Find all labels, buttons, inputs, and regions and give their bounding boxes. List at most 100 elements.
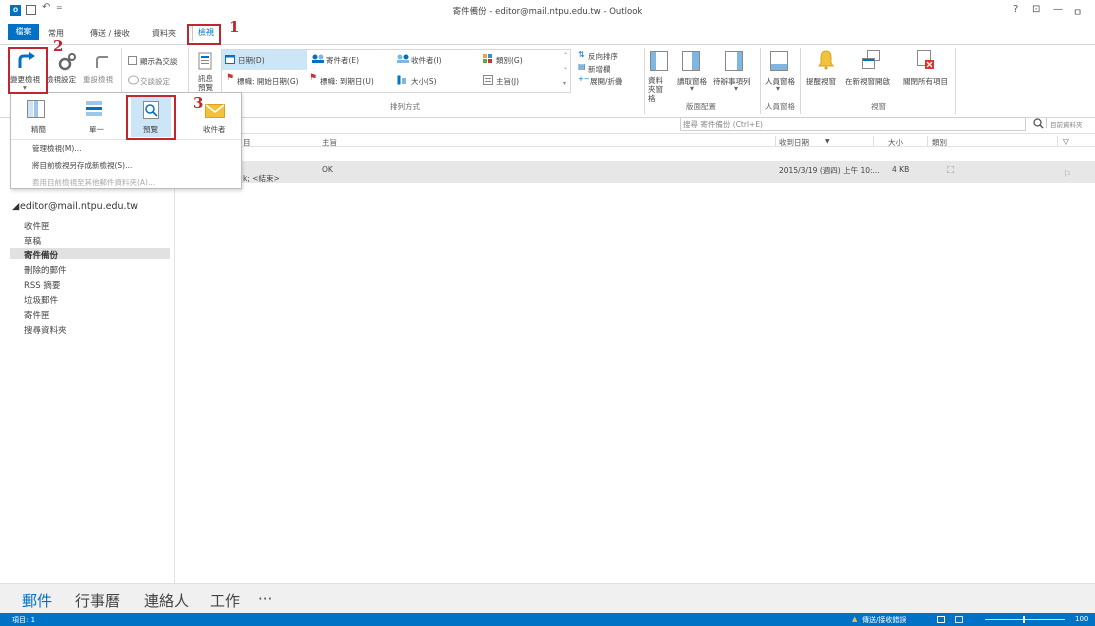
folder-deleted-items[interactable]: 刪除的郵件 xyxy=(24,264,67,276)
group-divider xyxy=(955,48,956,114)
reset-view-button[interactable]: 重設檢視 xyxy=(83,74,113,85)
reminders-window-button[interactable]: 提醒視窗 xyxy=(806,76,836,87)
annotation-step-3: 3 xyxy=(193,94,204,112)
nav-people[interactable]: 連絡人 xyxy=(144,590,189,611)
chevron-down-icon: ▾ xyxy=(690,84,695,93)
view-settings-icon xyxy=(58,53,76,71)
reverse-sort-button[interactable]: 反向排序 xyxy=(588,51,618,62)
compact-view-icon xyxy=(27,100,45,118)
account-expander[interactable]: ◢ xyxy=(12,201,19,212)
status-item-count: 項目: 1 xyxy=(12,616,36,624)
view-option-single[interactable]: 單一 xyxy=(89,124,104,135)
search-icon[interactable] xyxy=(1033,118,1044,129)
arrange-by-from[interactable]: 寄件者(E) xyxy=(326,55,359,66)
group-divider xyxy=(760,48,761,114)
message-subject: OK xyxy=(322,165,333,174)
view-option-sender[interactable]: 收件者 xyxy=(203,124,226,135)
column-to[interactable]: 目 xyxy=(243,137,251,148)
show-as-conversations-label: 顯示為交談 xyxy=(140,57,178,66)
column-subject[interactable]: 主旨 xyxy=(322,137,337,148)
arrange-by-categories[interactable]: 類別(G) xyxy=(496,55,523,66)
column-flag-icon[interactable]: ▽ xyxy=(1063,137,1069,146)
folder-pane-icon xyxy=(650,51,668,71)
column-size[interactable]: 大小 xyxy=(888,137,903,148)
reading-pane-icon xyxy=(682,51,700,71)
customize-quick-access-icon[interactable]: = xyxy=(56,3,63,12)
folder-outbox[interactable]: 寄件匣 xyxy=(24,309,50,321)
categories-icon xyxy=(483,54,492,63)
outlook-logo-icon: O xyxy=(10,5,21,16)
minimize-button[interactable]: — xyxy=(1053,4,1063,15)
gallery-more-icon[interactable]: ▾ xyxy=(563,80,566,87)
folder-sent-items[interactable]: 寄件備份 xyxy=(24,249,58,261)
tab-file[interactable]: 檔案 xyxy=(8,24,39,40)
arrange-by-subject[interactable]: 主旨(J) xyxy=(496,76,519,87)
folder-drafts[interactable]: 草稿 xyxy=(24,235,41,247)
arrange-by-size[interactable]: 大小(S) xyxy=(411,76,437,87)
tab-send-receive[interactable]: 傳送 / 接收 xyxy=(90,28,130,39)
people-pane-icon xyxy=(770,51,788,71)
apply-view-to-folders-item[interactable]: 套用目前檢視至其他郵件資料夾(A)... xyxy=(32,177,155,188)
message-received: 2015/3/19 (週四) 上午 10:... xyxy=(779,166,880,175)
gallery-up-icon[interactable]: ⌃ xyxy=(563,52,568,59)
undo-icon[interactable]: ↶ xyxy=(42,2,50,13)
save-icon[interactable] xyxy=(26,5,36,15)
open-new-window-icon xyxy=(862,50,880,69)
search-scope-dropdown[interactable]: 目前資料夾 xyxy=(1050,119,1083,129)
zoom-slider[interactable] xyxy=(985,619,1065,620)
help-button[interactable]: ? xyxy=(1013,4,1018,15)
message-preview-button[interactable]: 訊息預覽 xyxy=(198,74,220,92)
folder-search-folders[interactable]: 搜尋資料夾 xyxy=(24,324,67,336)
todo-bar-button[interactable]: 待辦事項列 xyxy=(713,76,751,87)
reverse-sort-icon: ⇅ xyxy=(578,50,585,59)
view-settings-button[interactable]: 檢視設定 xyxy=(46,74,76,85)
zoom-slider-thumb[interactable] xyxy=(1023,616,1025,623)
chevron-down-icon: ▾ xyxy=(776,84,781,93)
gallery-down-icon[interactable]: ⌄ xyxy=(563,64,568,71)
folder-pane-button[interactable]: 資料夾窗格 xyxy=(648,76,670,103)
category-icon[interactable] xyxy=(947,166,954,173)
view-option-compact[interactable]: 精簡 xyxy=(31,124,46,135)
tab-folder[interactable]: 資料夾 xyxy=(152,28,176,39)
search-placeholder: 搜尋 寄件備份 (Ctrl+E) xyxy=(683,120,763,129)
column-category[interactable]: 類別 xyxy=(932,137,947,148)
arrange-by-flag-start[interactable]: 標幟: 開始日期(G) xyxy=(237,76,299,87)
arrange-by-flag-due[interactable]: 標幟: 到期日(U) xyxy=(320,76,374,87)
subject-icon xyxy=(483,75,493,85)
save-view-as-new-item[interactable]: 將目前檢視另存成新檢視(S)... xyxy=(32,160,132,171)
expand-collapse-button[interactable]: 展開/折疊 xyxy=(590,76,623,87)
close-all-items-button[interactable]: 關閉所有項目 xyxy=(903,76,948,87)
folder-junk[interactable]: 垃圾郵件 xyxy=(24,294,58,306)
nav-more-icon[interactable]: ··· xyxy=(258,590,272,608)
manage-views-item[interactable]: 管理檢視(M)... xyxy=(32,143,81,154)
column-divider xyxy=(1057,136,1058,146)
nav-calendar[interactable]: 行事曆 xyxy=(75,590,120,611)
arrange-by-date[interactable]: 日期(D) xyxy=(238,55,265,66)
column-received[interactable]: 收到日期 xyxy=(779,137,809,148)
account-name[interactable]: editor@mail.ntpu.edu.tw xyxy=(20,201,138,212)
column-headers xyxy=(176,135,1095,147)
nav-mail[interactable]: 郵件 xyxy=(22,590,52,611)
open-in-new-window-button[interactable]: 在新視窗開啟 xyxy=(845,76,890,87)
reading-view-icon[interactable] xyxy=(955,616,963,623)
size-icon xyxy=(397,75,406,85)
maximize-button[interactable]: ㅁ xyxy=(1073,4,1082,19)
column-divider xyxy=(775,136,776,146)
annotation-box-change-view xyxy=(8,47,48,94)
arrange-by-to[interactable]: 收件者(I) xyxy=(411,55,442,66)
folder-inbox[interactable]: 收件匣 xyxy=(24,220,50,232)
to-icon xyxy=(397,54,409,63)
folder-rss[interactable]: RSS 摘要 xyxy=(24,279,60,291)
conversation-settings-button[interactable]: 交談設定 xyxy=(140,76,170,87)
normal-view-icon[interactable] xyxy=(937,616,945,623)
show-as-conversations-checkbox[interactable] xyxy=(128,56,137,65)
people-pane-group-label: 人員窗格 xyxy=(765,102,795,111)
flag-icon[interactable]: ⚐ xyxy=(1063,170,1071,180)
pane-divider[interactable] xyxy=(174,134,175,583)
window-group-label: 視窗 xyxy=(871,102,886,111)
add-columns-button[interactable]: 新增欄 xyxy=(588,64,611,75)
ribbon-display-options-icon[interactable]: ⊡ xyxy=(1032,4,1040,15)
nav-tasks[interactable]: 工作 xyxy=(210,590,240,611)
status-send-receive-error[interactable]: 傳送/接收錯誤 xyxy=(862,615,906,625)
table-row[interactable] xyxy=(176,161,1095,183)
